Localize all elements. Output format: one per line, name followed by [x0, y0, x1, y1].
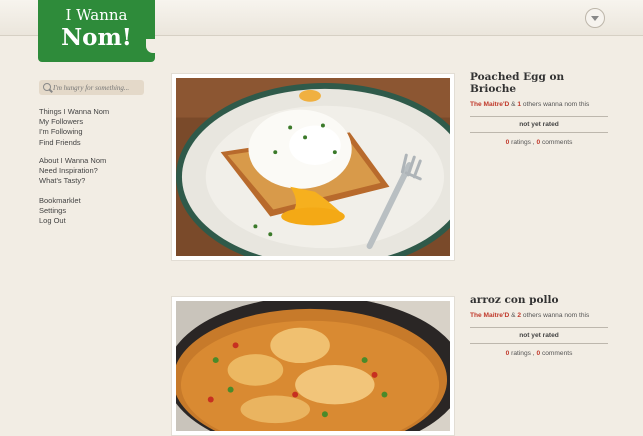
- nav-my-followers[interactable]: My Followers: [39, 117, 109, 127]
- comments-label: comments: [541, 350, 573, 357]
- ratings-label: ratings ,: [511, 139, 535, 146]
- post-wanters: The Maitre'D & 2 others wanna nom this: [470, 312, 608, 319]
- search-input[interactable]: [53, 80, 143, 95]
- post-title[interactable]: arroz con pollo: [470, 294, 608, 306]
- search-box[interactable]: [39, 80, 144, 95]
- comments-count[interactable]: 0: [536, 350, 540, 357]
- post-amp: &: [511, 101, 516, 108]
- menu-dropdown-icon[interactable]: [585, 8, 605, 28]
- nav-find-friends[interactable]: Find Friends: [39, 138, 109, 148]
- nav-log-out[interactable]: Log Out: [39, 216, 81, 226]
- nav-whats-tasty[interactable]: What's Tasty?: [39, 176, 106, 186]
- post-stats: 0 ratings , 0 comments: [470, 350, 608, 357]
- post-others-text: others wanna nom this: [522, 101, 590, 108]
- ratings-count[interactable]: 0: [506, 139, 510, 146]
- post-others-count[interactable]: 2: [517, 312, 521, 319]
- post-info-1: Poached Egg on Brioche The Maitre'D & 1 …: [470, 71, 608, 146]
- logo-line1: I Wanna: [65, 6, 128, 24]
- post-author-link[interactable]: The Maitre'D: [470, 101, 509, 108]
- nav-things-i-wanna-nom[interactable]: Things I Wanna Nom: [39, 107, 109, 117]
- post-info-2: arroz con pollo The Maitre'D & 2 others …: [470, 294, 608, 357]
- post-others-text: others wanna nom this: [522, 312, 590, 319]
- poached-egg-photo: [176, 78, 474, 271]
- logo-line2: Nom!: [61, 24, 132, 51]
- nav-bookmarklet[interactable]: Bookmarklet: [39, 196, 81, 206]
- comments-label: comments: [541, 139, 573, 146]
- search-icon: [43, 83, 51, 91]
- ratings-label: ratings ,: [511, 350, 535, 357]
- nav-group-main: Things I Wanna Nom My Followers I'm Foll…: [39, 107, 109, 148]
- logo-bite-notch: [146, 39, 156, 53]
- post-author-link[interactable]: The Maitre'D: [470, 312, 509, 319]
- comments-count[interactable]: 0: [536, 139, 540, 146]
- nav-about[interactable]: About I Wanna Nom: [39, 156, 106, 166]
- nav-need-inspiration[interactable]: Need Inspiration?: [39, 166, 106, 176]
- post-wanters: The Maitre'D & 1 others wanna nom this: [470, 101, 608, 108]
- post-rating-status: not yet rated: [470, 327, 608, 344]
- arroz-con-pollo-photo: [166, 296, 464, 436]
- post-image-arroz-con-pollo[interactable]: [166, 296, 464, 436]
- nav-group-account: Bookmarklet Settings Log Out: [39, 196, 81, 227]
- nav-group-info: About I Wanna Nom Need Inspiration? What…: [39, 156, 106, 187]
- post-stats: 0 ratings , 0 comments: [470, 139, 608, 146]
- post-image-poached-egg[interactable]: [171, 73, 474, 271]
- nav-settings[interactable]: Settings: [39, 206, 81, 216]
- post-amp: &: [511, 312, 516, 319]
- ratings-count[interactable]: 0: [506, 350, 510, 357]
- nav-im-following[interactable]: I'm Following: [39, 127, 109, 137]
- post-others-count[interactable]: 1: [517, 101, 521, 108]
- post-title[interactable]: Poached Egg on Brioche: [470, 71, 608, 95]
- site-logo[interactable]: I Wanna Nom!: [38, 0, 156, 62]
- post-rating-status: not yet rated: [470, 116, 608, 133]
